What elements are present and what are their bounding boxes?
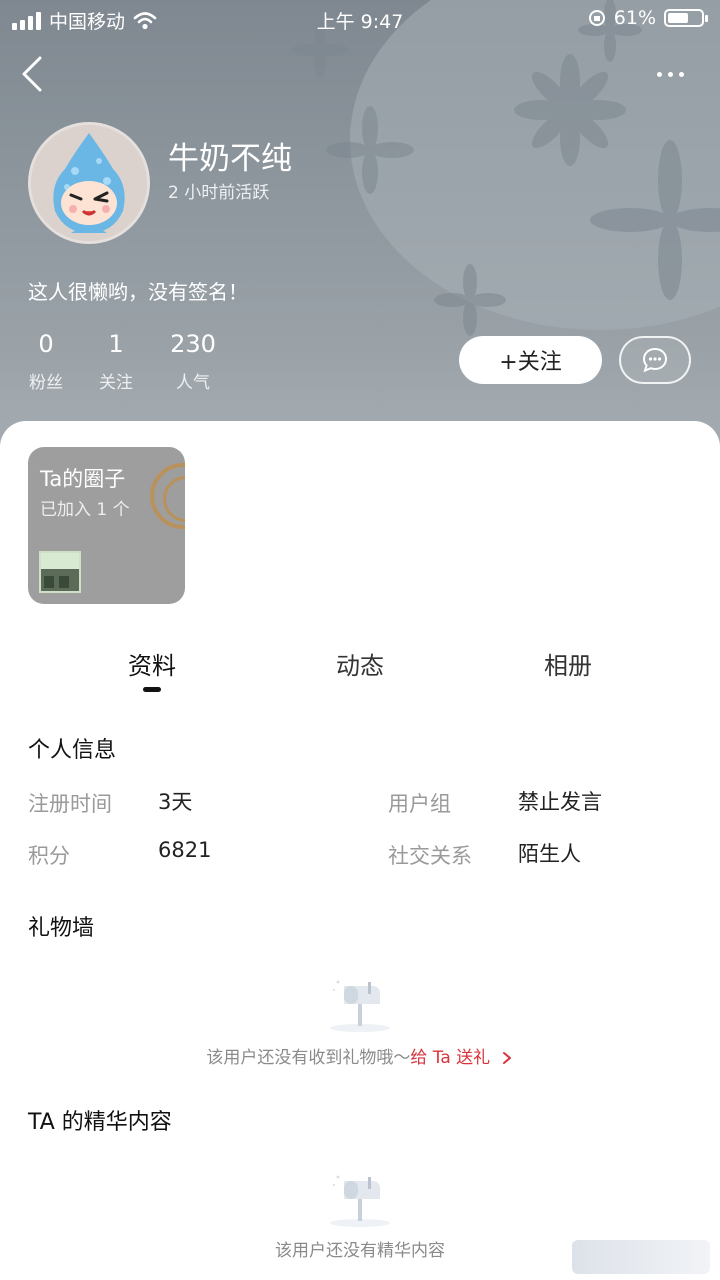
stat-following[interactable]: 1 关注 [98, 330, 134, 393]
tab-activity[interactable]: 动态 [336, 646, 384, 681]
tab-album[interactable]: 相册 [544, 646, 592, 681]
stat-popularity: 230 人气 [168, 330, 218, 393]
stat-fans[interactable]: 0 粉丝 [28, 330, 64, 393]
tab-profile[interactable]: 资料 [128, 646, 176, 681]
content-sheet: Ta的圈子 已加入 1 个 资料 动态 相册 个人信息 注册时间 3天 用户组 … [0, 421, 720, 1280]
info-label-user-group: 用户组 [388, 792, 451, 816]
signature: 这人很懒哟，没有签名！ [28, 280, 248, 304]
send-gift-label: 给 Ta 送礼 [410, 1048, 491, 1068]
gift-empty-message: 该用户还没有收到礼物哦～给 Ta 送礼 [0, 1043, 720, 1068]
site-watermark [572, 1240, 710, 1274]
send-gift-link[interactable]: 给 Ta 送礼 [410, 1048, 513, 1068]
stat-fans-value: 0 [38, 330, 54, 358]
stat-popularity-value: 230 [170, 330, 216, 358]
info-label-points: 积分 [28, 844, 70, 868]
gift-wall-title: 礼物墙 [28, 916, 95, 941]
circle-card-title: Ta的圈子 [40, 467, 126, 491]
stat-fans-label: 粉丝 [29, 373, 63, 393]
mailbox-icon [330, 1175, 390, 1227]
stat-following-label: 关注 [99, 373, 133, 393]
circle-card-subtitle: 已加入 1 个 [40, 500, 130, 520]
stat-popularity-label: 人气 [176, 373, 210, 393]
tab-active-indicator [143, 687, 161, 692]
battery-level [668, 13, 688, 23]
message-icon [642, 347, 668, 373]
more-button[interactable] [650, 62, 690, 86]
chevron-right-icon [502, 1052, 511, 1064]
battery-percent: 61% [613, 7, 656, 29]
orientation-lock-icon [588, 10, 605, 26]
info-label-register-time: 注册时间 [28, 792, 112, 816]
gift-empty-text: 该用户还没有收到礼物哦～ [206, 1048, 411, 1068]
info-value-points: 6821 [158, 838, 212, 862]
info-value-register-time: 3天 [158, 790, 193, 814]
follow-button[interactable]: +关注 [459, 336, 602, 384]
circle-card[interactable]: Ta的圈子 已加入 1 个 [28, 447, 185, 604]
mailbox-icon [330, 980, 390, 1032]
info-value-user-group: 禁止发言 [518, 790, 602, 814]
featured-content-title: TA 的精华内容 [28, 1110, 172, 1135]
avatar[interactable] [28, 122, 150, 244]
stat-following-value: 1 [108, 330, 124, 358]
back-icon [22, 56, 42, 92]
active-time: 2 小时前活跃 [168, 183, 270, 203]
circle-thumbnail[interactable] [39, 551, 81, 593]
info-value-social-relation: 陌生人 [518, 842, 581, 866]
circle-ring-decoration [150, 463, 185, 529]
message-button[interactable] [619, 336, 691, 384]
status-right: 61% [588, 7, 708, 29]
personal-info-title: 个人信息 [28, 738, 117, 763]
back-button[interactable] [14, 52, 54, 96]
more-icon [656, 71, 662, 77]
status-bar: 中国移动 上午 9:47 61% [0, 0, 720, 40]
username: 牛奶不纯 [168, 141, 292, 177]
avatar-cartoon-image [31, 125, 147, 241]
info-label-social-relation: 社交关系 [388, 844, 472, 868]
battery-icon [664, 9, 708, 27]
profile-header: 中国移动 上午 9:47 61% 牛奶不纯 2 小时前活跃 这人很懒哟，没有签名… [0, 0, 720, 460]
